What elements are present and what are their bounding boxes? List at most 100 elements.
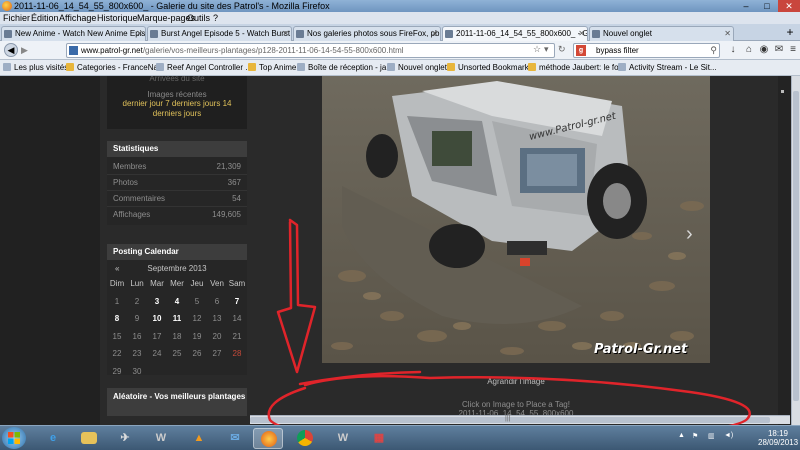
chrome-icon[interactable] <box>290 428 320 449</box>
close-tab-icon[interactable]: ✕ <box>724 27 731 41</box>
page-icon <box>592 30 600 38</box>
page-icon <box>150 30 158 38</box>
close-tab-icon[interactable]: ✕ <box>431 27 438 41</box>
windows-logo-icon <box>8 432 20 444</box>
bookmark-item[interactable]: Categories - FranceNa... <box>66 60 165 75</box>
new-tab-button[interactable]: + <box>782 24 798 41</box>
tab-label: Nouvel onglet <box>603 29 652 38</box>
menu-historique[interactable]: Historique <box>97 12 138 24</box>
next-photo-arrow[interactable]: › <box>686 223 693 246</box>
world-of-tanks-icon[interactable]: W <box>146 428 176 449</box>
tray-arrow-icon[interactable]: ▲ <box>678 432 685 439</box>
bookmark-item[interactable]: Les plus visités <box>3 60 68 75</box>
bookmark-item[interactable]: Nouvel onglet <box>387 60 447 75</box>
search-icon[interactable]: ⚲ <box>710 44 717 57</box>
gallery-sidebar: Arrivées du site Images récentes dernier… <box>107 76 247 425</box>
world-of-tanks-icon-2[interactable]: W <box>328 428 358 449</box>
calendar-day: 15 <box>112 331 122 341</box>
menu-help[interactable]: ? <box>213 12 218 24</box>
gallery-photo[interactable]: www.Patrol-gr.net Patrol-Gr.net <box>322 76 710 363</box>
minimize-button[interactable]: – <box>736 0 756 12</box>
calendar-day[interactable]: 10 <box>147 310 167 328</box>
calendar-header: « Septembre 2013 <box>107 263 247 275</box>
search-box[interactable]: g bypass filter ⚲ <box>573 43 720 58</box>
calendar-prev-button[interactable]: « <box>115 263 119 275</box>
bookmark-icon <box>156 63 164 71</box>
calendar-day[interactable]: 4 <box>167 293 187 311</box>
calendar-weekday: Ven <box>210 279 224 288</box>
menu-icon[interactable]: ≡ <box>786 44 800 56</box>
tab-bar: New Anime - Watch New Anime Episo... ✕ B… <box>0 24 800 41</box>
app-icon[interactable]: ✈ <box>110 428 140 449</box>
bookmark-icon <box>3 63 11 71</box>
url-domain: www.patrol-gr.net <box>81 46 143 55</box>
addon-icon[interactable]: ◉ <box>757 44 771 56</box>
volume-icon[interactable]: ◄) <box>724 432 733 439</box>
home-icon[interactable]: ⌂ <box>742 44 756 56</box>
calendar-day[interactable]: 11 <box>167 310 187 328</box>
calendar-day: 27 <box>212 349 222 358</box>
firefox-taskbar-icon[interactable] <box>253 428 283 449</box>
back-button[interactable]: ◀ <box>4 43 18 57</box>
page-icon <box>4 30 12 38</box>
start-button[interactable] <box>2 427 26 449</box>
activity-icon <box>618 63 626 71</box>
forward-button[interactable]: ▶ <box>21 45 31 55</box>
calendar-day: 22 <box>112 349 122 358</box>
page-content: Arrivées du site Images récentes dernier… <box>0 76 800 425</box>
stat-row: Affichages 149,605 <box>113 210 241 219</box>
scroll-thumb[interactable] <box>793 91 799 401</box>
internet-explorer-icon[interactable]: e <box>38 428 68 449</box>
dropdown-icon[interactable]: ▾ <box>544 44 549 55</box>
system-clock[interactable]: 18:19 28/09/2013 <box>758 429 798 447</box>
url-bar[interactable]: www.patrol-gr.net/galerie/vos-meilleurs-… <box>66 43 555 58</box>
menu-affichage[interactable]: Affichage <box>59 12 96 24</box>
bookmark-item[interactable]: Top Anime <box>248 60 296 75</box>
tab-nouvel-onglet[interactable]: Nouvel onglet ✕ <box>589 26 734 41</box>
bookmark-item[interactable]: Reef Angel Controller ... <box>156 60 252 75</box>
star-icon[interactable]: ☆ <box>533 44 541 55</box>
stat-row: Photos 367 <box>107 175 247 191</box>
tab-nos-galeries[interactable]: Nos galeries photos sous FireFox, pb ...… <box>293 26 441 41</box>
vlc-icon[interactable]: ▲ <box>184 428 214 449</box>
recent-images-label: Images récentes <box>147 90 207 99</box>
bookmark-item[interactable]: Activity Stream - Le Sit... <box>618 60 717 75</box>
download-icon[interactable]: ↓ <box>726 44 740 56</box>
tab-new-anime[interactable]: New Anime - Watch New Anime Episo... ✕ <box>1 26 146 41</box>
menu-edition[interactable]: Édition <box>31 12 59 24</box>
vertical-scrollbar[interactable] <box>791 76 800 425</box>
close-window-button[interactable]: ✕ <box>778 0 800 12</box>
network-icon[interactable]: ▥ <box>708 432 715 440</box>
close-tab-icon[interactable]: ✕ <box>136 27 143 41</box>
navigation-bar: ◀ ▶ www.patrol-gr.net/galerie/vos-meille… <box>0 41 800 60</box>
calendar-day: 24 <box>152 349 162 358</box>
page-icon <box>296 30 304 38</box>
calendar-day: 5 <box>194 296 200 306</box>
reload-icon[interactable]: ↻ <box>558 44 566 55</box>
calendar-day[interactable]: 7 <box>227 293 247 311</box>
tray-flag-icon[interactable]: ⚑ <box>692 432 698 440</box>
thunderbird-icon[interactable]: ✉ <box>220 428 250 449</box>
horizontal-scrollbar[interactable]: ||| <box>250 415 790 424</box>
bookmark-item[interactable]: Unsorted Bookmarks <box>447 60 533 75</box>
recent-images-links[interactable]: dernier jour 7 derniers jours 14 dernier… <box>113 99 241 119</box>
bookmark-item[interactable]: méthode Jaubert: le fo... <box>528 60 625 75</box>
menu-outils[interactable]: Outils <box>187 12 210 24</box>
tab-burst-angel[interactable]: Burst Angel Episode 5 - Watch Burst ... … <box>147 26 292 41</box>
calendar-day[interactable]: 3 <box>147 293 167 311</box>
explorer-folder-icon[interactable] <box>74 428 104 449</box>
enlarge-link[interactable]: Agrandir l'image <box>322 377 710 386</box>
bookmark-item[interactable]: Boîte de réception - ja... <box>297 60 393 75</box>
google-icon[interactable]: g <box>576 45 586 56</box>
tab-galerie-active[interactable]: 2011-11-06_14_54_55_800x600_ - Gale... ✕ <box>442 26 588 41</box>
calendar-day: 12 <box>192 314 202 323</box>
toolbox-icon[interactable]: ▦ <box>364 428 394 449</box>
notification-icon[interactable]: ✉ <box>772 44 786 56</box>
calendar-day: 25 <box>172 349 182 358</box>
calendar-day: 29 <box>112 366 122 376</box>
calendar-day[interactable]: 8 <box>107 310 127 328</box>
close-tab-icon[interactable]: ✕ <box>578 27 585 41</box>
menu-fichier[interactable]: Fichier <box>3 12 30 24</box>
close-tab-icon[interactable]: ✕ <box>282 27 289 41</box>
maximize-button[interactable]: □ <box>757 0 777 12</box>
